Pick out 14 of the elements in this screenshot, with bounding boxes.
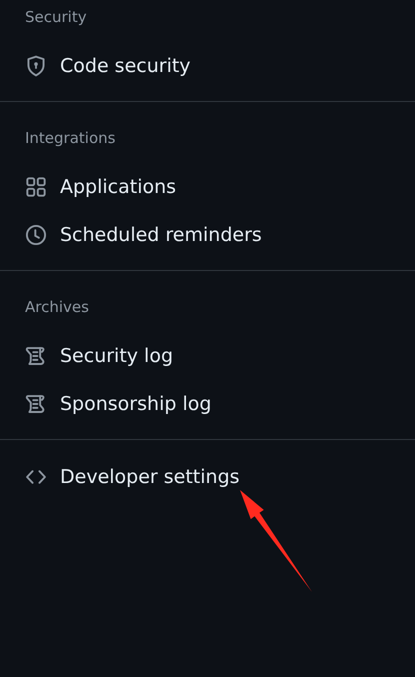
section-heading: Archives <box>25 297 90 317</box>
scroll-icon <box>25 393 47 415</box>
nav-item[interactable]: Applications <box>0 163 182 211</box>
grid-icon <box>25 176 47 198</box>
clock-icon <box>25 224 47 246</box>
nav-item[interactable]: Code security <box>0 42 197 90</box>
scroll-icon <box>25 345 47 367</box>
nav-item[interactable]: Security log <box>0 332 180 380</box>
section-heading: Integrations <box>25 128 116 148</box>
section-heading: Security <box>25 7 88 27</box>
nav-item[interactable]: Scheduled reminders <box>0 211 268 259</box>
shield-icon <box>25 55 47 77</box>
nav-item[interactable]: Developer settings <box>0 453 246 501</box>
nav-item[interactable]: Sponsorship log <box>0 380 218 428</box>
